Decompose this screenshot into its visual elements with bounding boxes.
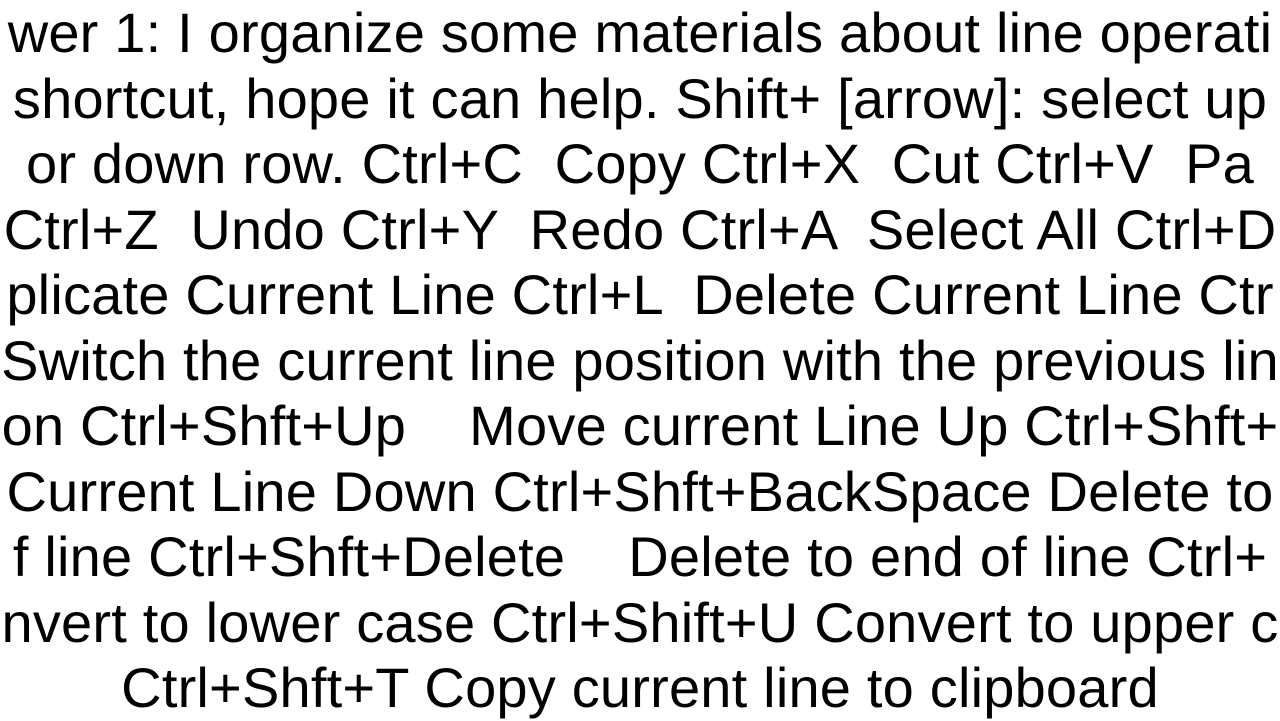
document-text: wer 1: I organize some materials about l… xyxy=(0,0,1280,721)
